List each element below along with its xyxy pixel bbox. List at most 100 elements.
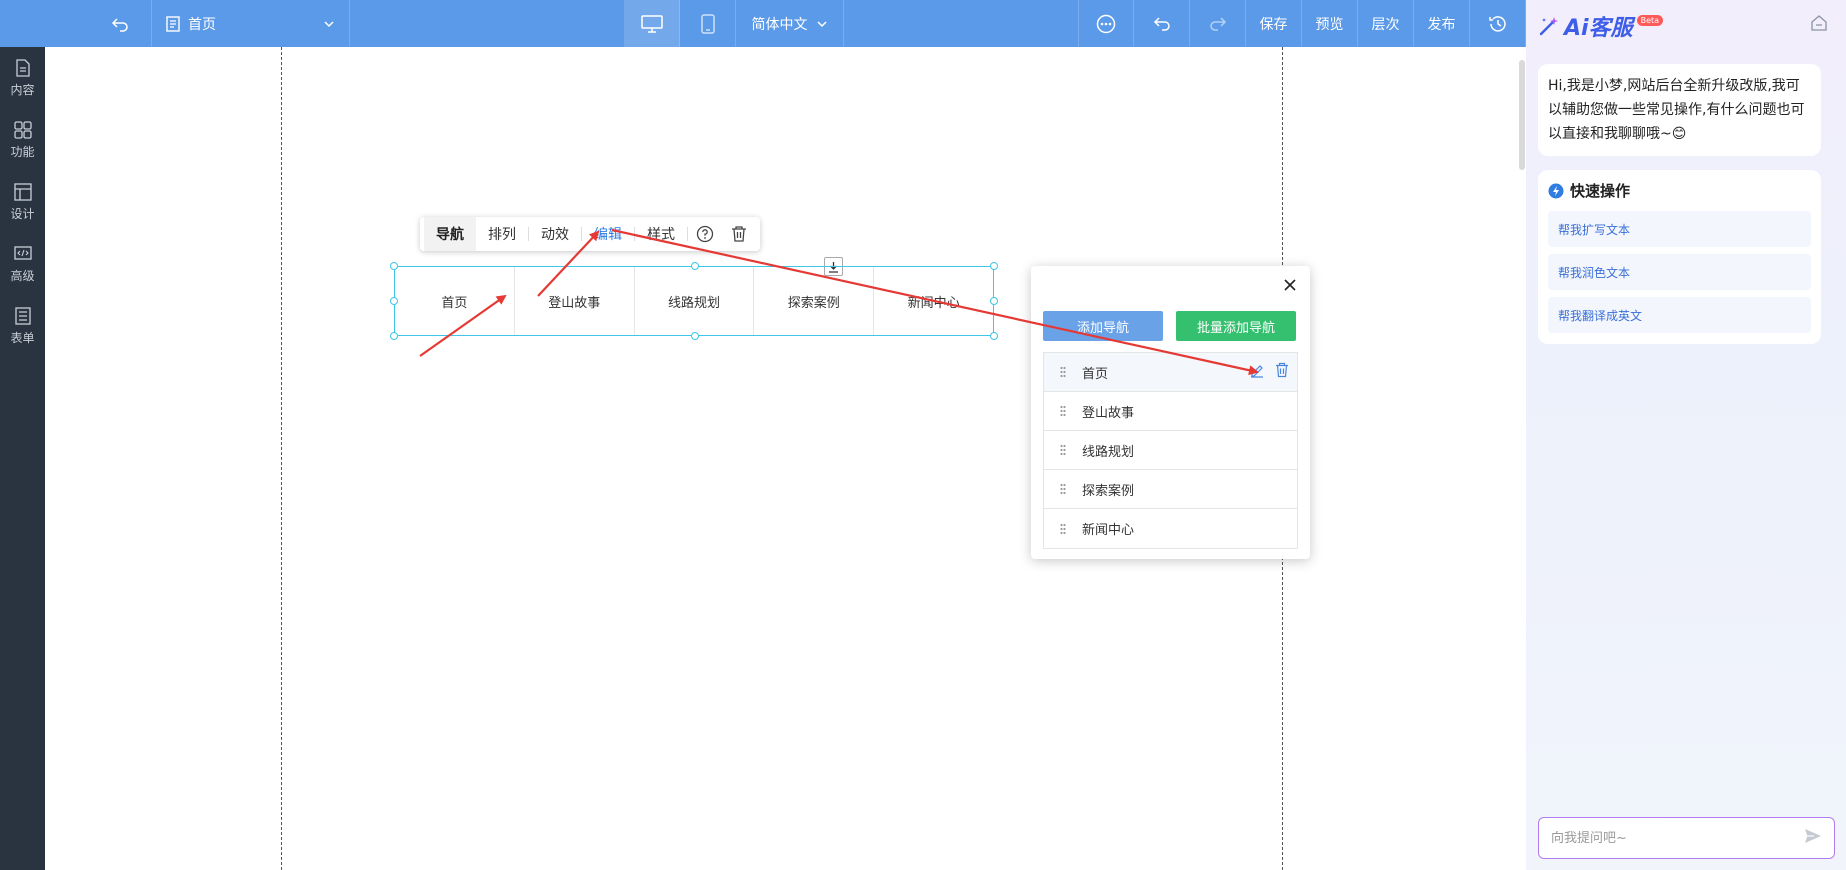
drag-handle-icon[interactable] [1044,523,1082,535]
nav-item[interactable]: 探索案例 [754,267,875,335]
list-item-label: 线路规划 [1082,444,1135,460]
close-button[interactable] [1280,275,1300,295]
sidebar-label: 内容 [10,82,35,97]
undo-button[interactable] [1134,0,1190,47]
nav-item[interactable]: 首页 [395,267,515,335]
list-item[interactable]: 登山故事 [1044,392,1297,431]
ai-header: Ai客服 Beta [1538,10,1664,42]
code-icon [13,245,32,260]
home-icon [1811,15,1827,31]
grid-icon [13,120,32,139]
list-item[interactable]: 新闻中心 [1044,509,1297,548]
element-toolbar: 导航 排列 动效 编辑 样式 [420,217,760,251]
batch-add-nav-button[interactable]: 批量添加导航 [1176,311,1296,341]
sidebar-label: 功能 [10,144,35,159]
nav-item[interactable]: 线路规划 [635,267,755,335]
magic-wand-icon [1539,17,1558,36]
quick-action-polish[interactable]: 帮我润色文本 [1548,254,1811,290]
history-icon [1488,15,1506,32]
list-item-label: 首页 [1082,366,1109,382]
drag-handle-icon[interactable] [1044,405,1082,417]
publish-button[interactable]: 发布 [1414,0,1470,47]
resize-handle[interactable] [990,332,998,340]
toolbar-tab-animation[interactable]: 动效 [529,217,581,251]
left-sidebar: 内容 功能 设计 高级 表单 [0,47,45,870]
form-icon [14,306,31,325]
sidebar-label: 设计 [10,206,35,221]
help-button[interactable] [688,217,722,251]
quick-action-expand[interactable]: 帮我扩写文本 [1548,211,1811,247]
sidebar-item-form[interactable]: 表单 [0,295,45,357]
trash-icon [732,226,746,242]
delete-element-button[interactable] [722,217,756,251]
send-button[interactable] [1804,827,1822,849]
nav-item-list: 首页 登山故事 线路规划 探索案例 新闻中心 [1043,352,1298,549]
publish-label: 发布 [1427,16,1456,33]
sidebar-item-design[interactable]: 设计 [0,171,45,233]
sidebar-item-advanced[interactable]: 高级 [0,233,45,295]
drag-handle-icon[interactable] [1044,444,1082,456]
canvas-scrollbar[interactable] [1519,60,1525,170]
edit-icon[interactable] [1249,362,1265,382]
language-selector[interactable]: 简体中文 [736,0,844,47]
desktop-view-button[interactable] [624,0,680,47]
preview-label: 预览 [1315,16,1344,33]
page-icon [166,15,180,32]
resize-handle[interactable] [691,262,699,270]
quick-actions-label: 快速操作 [1570,182,1631,200]
list-item[interactable]: 首页 [1044,353,1297,392]
preview-button[interactable]: 预览 [1302,0,1358,47]
toolbar-tab-arrange[interactable]: 排列 [476,217,528,251]
list-item[interactable]: 探索案例 [1044,470,1297,509]
send-icon [1805,829,1821,843]
list-item[interactable]: 线路规划 [1044,431,1297,470]
page-name: 首页 [188,16,216,33]
save-button[interactable]: 保存 [1246,0,1302,47]
page-selector[interactable]: 首页 [152,0,350,47]
toolbar-tab-nav[interactable]: 导航 [424,217,476,251]
resize-handle[interactable] [390,262,398,270]
sidebar-label: 高级 [10,268,35,283]
resize-handle[interactable] [990,297,998,305]
resize-handle[interactable] [691,332,699,340]
trash-icon[interactable] [1275,362,1289,382]
mobile-view-button[interactable] [680,0,736,47]
redo-button[interactable] [1190,0,1246,47]
document-icon [15,58,30,77]
redo-icon [1209,16,1226,31]
nav-item[interactable]: 登山故事 [515,267,635,335]
toolbar-tab-style[interactable]: 样式 [635,217,687,251]
back-button[interactable] [88,0,152,47]
list-item-label: 新闻中心 [1082,523,1135,538]
resize-handle[interactable] [990,262,998,270]
home-button[interactable] [1810,14,1828,36]
chevron-down-icon [324,20,334,27]
toolbar-tab-edit[interactable]: 编辑 [582,217,634,251]
nav-element[interactable]: 首页 登山故事 线路规划 探索案例 新闻中心 [394,266,994,336]
history-button[interactable] [1470,0,1526,47]
layout-icon [13,182,32,201]
resize-handle[interactable] [390,332,398,340]
drag-handle-icon[interactable] [1044,366,1082,378]
more-button[interactable] [1078,0,1134,47]
help-icon [696,225,714,243]
lightning-icon [1548,183,1564,198]
mobile-icon [700,13,715,34]
top-toolbar: 首页 简体中文 保存 预览 层次 发布 [0,0,1526,47]
ai-title: Ai客服 [1564,16,1633,41]
nav-item[interactable]: 新闻中心 [874,267,993,335]
layers-button[interactable]: 层次 [1358,0,1414,47]
add-nav-button[interactable]: 添加导航 [1043,311,1163,341]
sidebar-item-features[interactable]: 功能 [0,109,45,171]
sidebar-item-content[interactable]: 内容 [0,47,45,109]
ai-assistant-panel: Ai客服 Beta Hi,我是小梦,网站后台全新升级改版,我可以辅助您做一些常见… [1526,0,1846,870]
resize-handle[interactable] [390,297,398,305]
sidebar-label: 表单 [10,330,35,345]
layers-label: 层次 [1371,16,1400,33]
close-icon [1284,279,1296,291]
ai-greeting-message: Hi,我是小梦,网站后台全新升级改版,我可以辅助您做一些常见操作,有什么问题也可… [1538,64,1821,156]
desktop-icon [640,14,663,33]
drag-handle-icon[interactable] [1044,483,1082,495]
quick-action-translate[interactable]: 帮我翻译成英文 [1548,297,1811,333]
ai-chat-input[interactable] [1551,830,1781,846]
